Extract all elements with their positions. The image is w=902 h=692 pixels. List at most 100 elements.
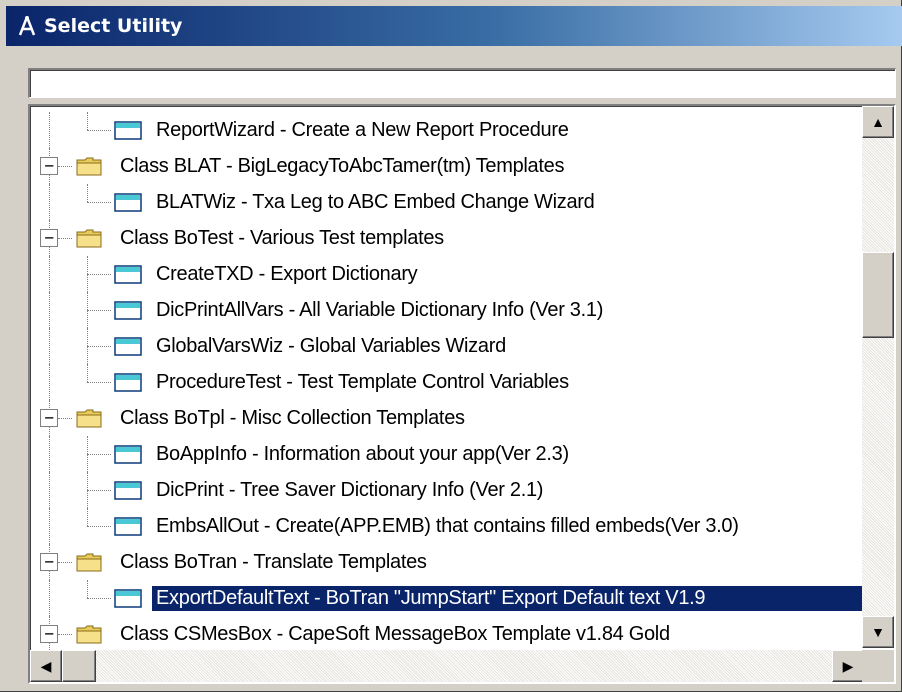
folder-label: Class CSMesBox - CapeSoft MessageBox Tem… <box>120 622 670 645</box>
tree-connector <box>49 184 50 220</box>
tree-connector <box>87 454 111 455</box>
tree-connector <box>49 472 50 508</box>
arrow-down-icon: ▼ <box>871 624 885 640</box>
arrow-up-icon: ▲ <box>871 114 885 130</box>
tree-item-row[interactable]: ReportWizard - Create a New Report Proce… <box>30 112 864 148</box>
tree-connector <box>87 490 111 491</box>
arrow-right-icon: ▶ <box>842 657 854 674</box>
tree-item-row[interactable]: ProcedureTest - Test Template Control Va… <box>30 364 864 400</box>
scroll-up-button[interactable]: ▲ <box>862 106 894 138</box>
item-label: BLATWiz - Txa Leg to ABC Embed Change Wi… <box>156 190 595 213</box>
tree-item-row[interactable]: ExportDefaultText - BoTran "JumpStart" E… <box>30 580 866 616</box>
template-icon <box>114 193 142 212</box>
tree-item-row[interactable]: GlobalVarsWiz - Global Variables Wizard <box>30 328 864 364</box>
horizontal-scrollbar[interactable]: ◀ ▶ <box>30 650 864 682</box>
tree-connector <box>87 364 88 382</box>
select-utility-window: Select Utility ReportWizard - Create a N… <box>0 0 902 692</box>
item-label: ReportWizard - Create a New Report Proce… <box>156 118 569 141</box>
arrow-left-icon: ◀ <box>40 657 52 674</box>
tree-connector <box>87 112 88 130</box>
scroll-down-button[interactable]: ▼ <box>862 616 894 648</box>
tree-item-row[interactable]: BLATWiz - Txa Leg to ABC Embed Change Wi… <box>30 184 864 220</box>
template-icon <box>114 589 142 608</box>
tree-connector <box>49 580 50 616</box>
title-bar[interactable]: Select Utility <box>6 6 902 46</box>
vertical-scroll-thumb[interactable] <box>862 252 894 338</box>
tree-folder-row[interactable]: − Class BoTran - Translate Templates <box>30 544 864 580</box>
collapse-toggle[interactable]: − <box>40 157 58 175</box>
tree-connector <box>87 130 111 131</box>
item-label: BoAppInfo - Information about your app(V… <box>156 442 569 465</box>
template-icon <box>114 481 142 500</box>
template-icon <box>114 445 142 464</box>
tree-connector <box>87 184 88 202</box>
tree-connector <box>49 256 50 292</box>
tree-connector <box>49 292 50 328</box>
tree-connector <box>87 508 88 526</box>
tree-connector <box>58 418 72 419</box>
template-icon <box>114 337 142 356</box>
folder-icon <box>76 228 102 248</box>
folder-icon <box>76 156 102 176</box>
tree-folder-row[interactable]: − Class BoTest - Various Test templates <box>30 220 864 256</box>
tree-connector <box>87 598 111 599</box>
template-icon <box>114 517 142 536</box>
item-label: DicPrintAllVars - All Variable Dictionar… <box>156 298 604 321</box>
collapse-toggle[interactable]: − <box>40 625 58 643</box>
scrollbar-corner <box>862 650 894 682</box>
vertical-scrollbar[interactable]: ▲ ▼ <box>862 106 894 648</box>
item-label: ExportDefaultText - BoTran "JumpStart" E… <box>152 585 866 611</box>
tree-folder-row[interactable]: − Class BLAT - BigLegacyToAbcTamer(tm) Te… <box>30 148 864 184</box>
tree-item-row[interactable]: DicPrint - Tree Saver Dictionary Info (V… <box>30 472 864 508</box>
tree-folder-row[interactable]: − Class BoTpl - Misc Collection Templates <box>30 400 864 436</box>
collapse-toggle[interactable]: − <box>40 553 58 571</box>
template-icon <box>114 373 142 392</box>
tree-connector <box>87 382 111 383</box>
tree-connector <box>87 526 111 527</box>
folder-icon <box>76 624 102 644</box>
template-icon <box>114 301 142 320</box>
folder-label: Class BoTpl - Misc Collection Templates <box>120 406 465 429</box>
tree-folder-row[interactable]: − Class CSMesBox - CapeSoft MessageBox Te… <box>30 616 864 652</box>
template-icon <box>114 265 142 284</box>
scroll-left-button[interactable]: ◀ <box>30 650 62 682</box>
tree-connector <box>58 238 72 239</box>
tree-item-row[interactable]: CreateTXD - Export Dictionary <box>30 256 864 292</box>
scroll-right-button[interactable]: ▶ <box>832 650 864 682</box>
tree-connector <box>58 166 72 167</box>
item-label: EmbsAllOut - Create(APP.EMB) that contai… <box>156 514 739 537</box>
horizontal-scroll-thumb[interactable] <box>62 650 96 682</box>
item-label: CreateTXD - Export Dictionary <box>156 262 418 285</box>
collapse-toggle[interactable]: − <box>40 409 58 427</box>
tree-connector <box>58 562 72 563</box>
tree-item-row[interactable]: DicPrintAllVars - All Variable Dictionar… <box>30 292 864 328</box>
folder-label: Class BoTran - Translate Templates <box>120 550 427 573</box>
tree-connector <box>49 364 50 400</box>
folder-label: Class BLAT - BigLegacyToAbcTamer(tm) Tem… <box>120 154 565 177</box>
item-label: DicPrint - Tree Saver Dictionary Info (V… <box>156 478 544 501</box>
tree-connector <box>87 346 111 347</box>
collapse-toggle[interactable]: − <box>40 229 58 247</box>
tree-item-row[interactable]: BoAppInfo - Information about your app(V… <box>30 436 864 472</box>
tree-connector <box>58 634 72 635</box>
utility-wand-icon <box>14 13 40 39</box>
template-icon <box>114 121 142 140</box>
tree-connector <box>49 436 50 472</box>
window-title: Select Utility <box>44 15 183 37</box>
item-label: GlobalVarsWiz - Global Variables Wizard <box>156 334 506 357</box>
tree-connector <box>49 328 50 364</box>
tree-items: ReportWizard - Create a New Report Proce… <box>30 112 866 652</box>
tree-connector <box>49 112 50 148</box>
tree-connector <box>49 508 50 544</box>
item-label: ProcedureTest - Test Template Control Va… <box>156 370 569 393</box>
tree-connector <box>87 580 88 598</box>
folder-icon <box>76 552 102 572</box>
utility-tree[interactable]: ReportWizard - Create a New Report Proce… <box>28 104 896 684</box>
tree-connector <box>87 274 111 275</box>
tree-connector <box>87 202 111 203</box>
folder-label: Class BoTest - Various Test templates <box>120 226 444 249</box>
tree-connector <box>87 310 111 311</box>
folder-icon <box>76 408 102 428</box>
locator-input[interactable] <box>28 68 896 98</box>
tree-item-row[interactable]: EmbsAllOut - Create(APP.EMB) that contai… <box>30 508 864 544</box>
